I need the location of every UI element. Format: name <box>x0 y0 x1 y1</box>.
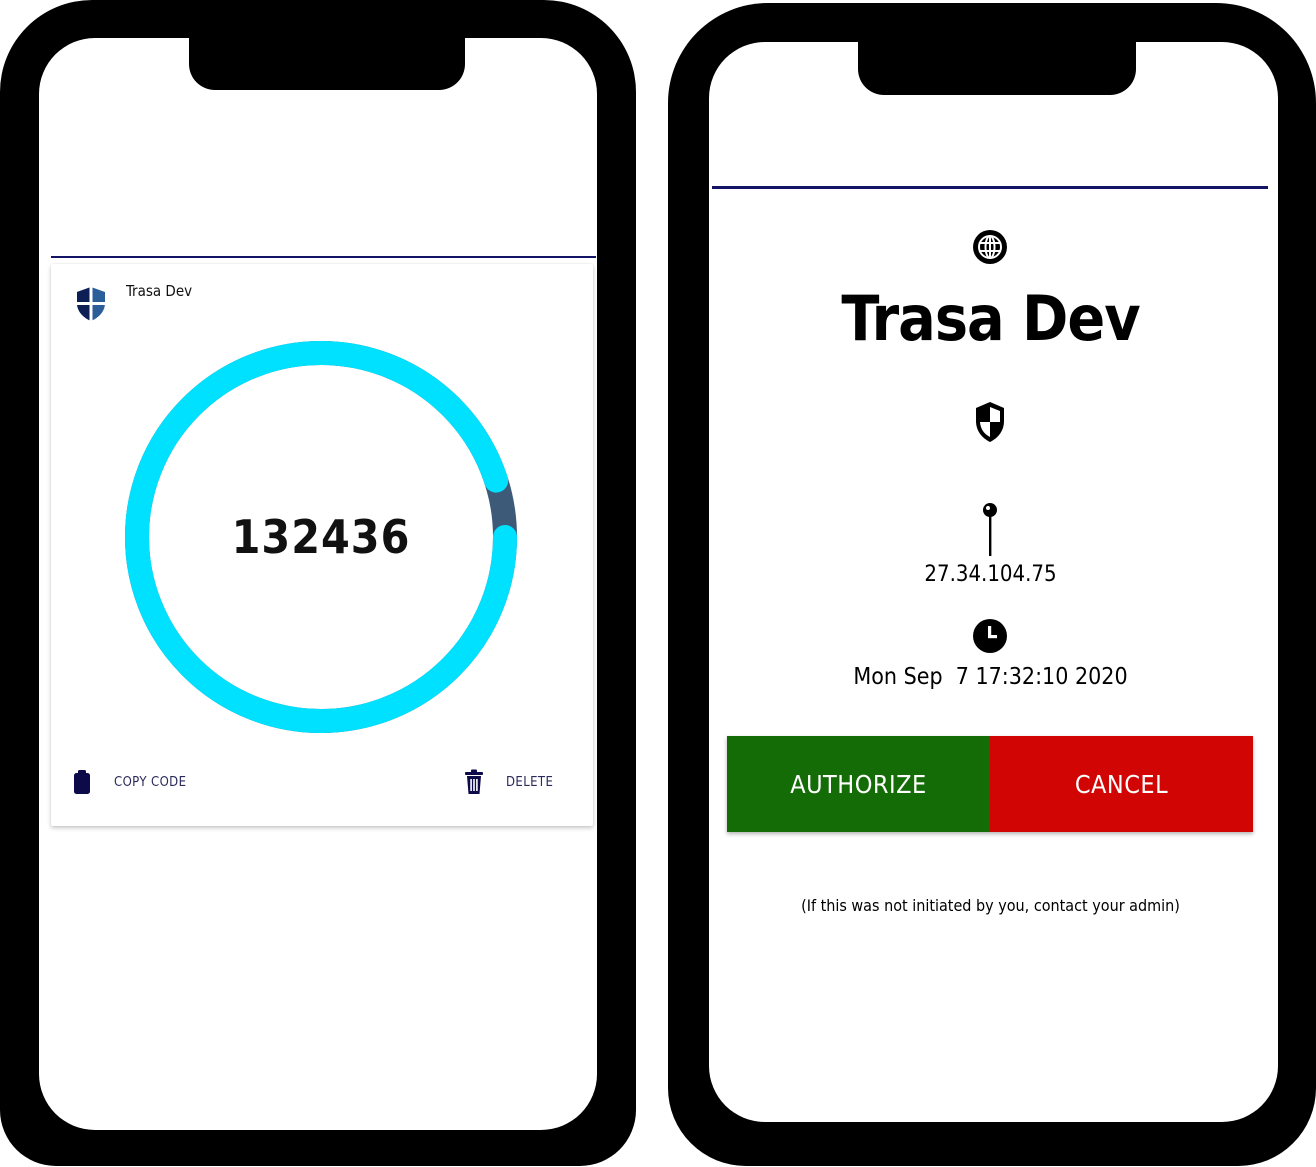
clipboard-icon <box>74 770 90 794</box>
auth-actions: AUTHORIZE CANCEL <box>727 736 1253 832</box>
phone-notch <box>189 38 465 90</box>
otp-screen: Trasa Dev 132436 COPY CODE DELETE <box>39 38 597 1130</box>
phone-frame-right: Trasa Dev 27.34.104.75 Mon Sep 7 17:32:1… <box>668 3 1316 1166</box>
trash-icon <box>465 769 483 794</box>
phone-notch <box>858 42 1136 95</box>
pin-icon <box>983 503 997 556</box>
service-title: Trasa Dev <box>841 282 1140 355</box>
request-timestamp: Mon Sep 7 17:32:10 2020 <box>853 664 1128 690</box>
shield-icon <box>77 287 105 321</box>
copy-code-label: COPY CODE <box>114 774 187 790</box>
account-name: Trasa Dev <box>126 282 193 300</box>
globe-icon <box>973 230 1007 264</box>
clock-icon <box>973 619 1007 653</box>
delete-label: DELETE <box>506 774 554 790</box>
ip-address: 27.34.104.75 <box>924 562 1057 587</box>
auth-request-screen: Trasa Dev 27.34.104.75 Mon Sep 7 17:32:1… <box>709 42 1278 1122</box>
header-divider <box>712 186 1268 189</box>
security-note: (If this was not initiated by you, conta… <box>801 896 1180 915</box>
shield-icon <box>976 402 1004 442</box>
phone-frame-left: Trasa Dev 132436 COPY CODE DELETE <box>0 0 636 1166</box>
header-divider <box>51 256 596 258</box>
cancel-button[interactable]: CANCEL <box>990 736 1253 832</box>
authorize-button[interactable]: AUTHORIZE <box>727 736 990 832</box>
otp-code[interactable]: 132436 <box>125 341 517 733</box>
copy-code-button[interactable]: COPY CODE <box>71 769 186 795</box>
otp-card: Trasa Dev 132436 COPY CODE DELETE <box>51 264 593 826</box>
delete-button[interactable]: DELETE <box>463 769 553 795</box>
